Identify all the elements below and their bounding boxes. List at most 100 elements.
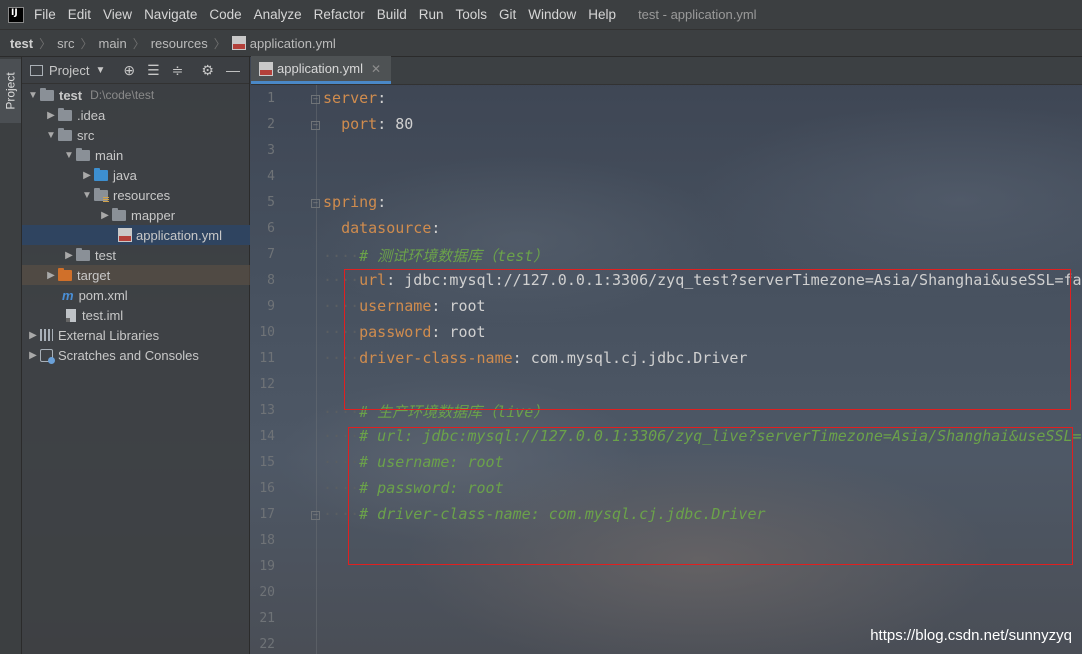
tree-item-label: test.iml [82, 307, 124, 323]
hide-panel-icon[interactable]: — [226, 62, 240, 78]
tree-item-label: pom.xml [78, 287, 128, 303]
line-number: 21 [259, 611, 275, 626]
fold-marker-icon[interactable]: − [311, 95, 320, 104]
chevron-right-icon[interactable]: ▶ [44, 270, 58, 281]
tree-item-target[interactable]: ▶ target [22, 265, 250, 285]
scratches-icon [40, 348, 55, 364]
yaml-key: spring [323, 193, 378, 211]
tree-item-external-libraries[interactable]: ▶ External Libraries [22, 325, 250, 345]
yaml-key: datasource [341, 219, 432, 237]
menu-edit[interactable]: Edit [68, 7, 91, 22]
menu-code[interactable]: Code [209, 7, 241, 22]
line-number: 8 [267, 273, 275, 288]
tree-item-mapper[interactable]: ▶ mapper [22, 205, 250, 225]
locate-file-icon[interactable]: ⊕ [123, 62, 135, 79]
annotation-box-test [344, 269, 1071, 410]
menu-run[interactable]: Run [419, 7, 444, 22]
line-number: 20 [259, 585, 275, 600]
menu-help[interactable]: Help [588, 7, 616, 22]
code-line-6: datasource: [341, 219, 441, 237]
code-line-7: ····# 测试环境数据库（test） [323, 247, 549, 265]
breadcrumb-main[interactable]: main [99, 36, 127, 51]
fold-marker-icon[interactable]: − [311, 121, 320, 130]
fold-marker-icon[interactable]: − [311, 199, 320, 208]
tree-item-root[interactable]: ▼ test D:\code\test [22, 85, 250, 105]
breadcrumb-src[interactable]: src [57, 36, 74, 51]
project-tool-tab[interactable]: Project [0, 59, 21, 123]
tree-item-scratches[interactable]: ▶ Scratches and Consoles [22, 345, 250, 365]
yaml-value: 80 [386, 115, 414, 133]
line-number: 13 [259, 403, 275, 418]
tree-item-label: test [95, 247, 116, 263]
line-number: 3 [267, 143, 275, 158]
line-number: 7 [267, 247, 275, 262]
tree-item-main[interactable]: ▼ main [22, 145, 250, 165]
line-number: 4 [267, 169, 275, 184]
line-number: 22 [259, 637, 275, 652]
menu-refactor[interactable]: Refactor [314, 7, 365, 22]
chevron-right-icon[interactable]: ▶ [26, 330, 40, 341]
chevron-right-icon[interactable]: ▶ [98, 210, 112, 221]
window-title: test - application.yml [638, 7, 757, 22]
gear-icon[interactable]: ⚙ [201, 62, 214, 79]
project-panel-header: Project ▼ ⊕ ☰ ≑ ⚙ — [22, 57, 249, 84]
chevron-right-icon[interactable]: ▶ [44, 110, 58, 121]
line-number: 9 [267, 299, 275, 314]
menu-build[interactable]: Build [377, 7, 407, 22]
tree-item-pom[interactable]: m pom.xml [22, 285, 250, 305]
chevron-right-icon[interactable]: ▶ [80, 170, 94, 181]
line-number: 15 [259, 455, 275, 470]
tree-item-idea[interactable]: ▶ .idea [22, 105, 250, 125]
tree-item-label: External Libraries [58, 327, 160, 343]
chevron-down-icon[interactable]: ▼ [62, 150, 76, 161]
left-tool-stripe: Project [0, 57, 22, 654]
breadcrumb-file[interactable]: application.yml [250, 36, 336, 51]
code-area[interactable]: 1 2 3 4 5 6 7 8 9 10 11 12 13 14 15 16 1… [251, 85, 1082, 654]
tree-item-application-yml[interactable]: application.yml [22, 225, 250, 245]
collapse-all-icon[interactable]: ≑ [172, 62, 184, 79]
module-file-icon [66, 308, 76, 322]
tree-item-resources[interactable]: ▼ resources [22, 185, 250, 205]
menu-navigate[interactable]: Navigate [144, 7, 197, 22]
tree-item-test[interactable]: ▶ test [22, 245, 250, 265]
close-icon[interactable]: ✕ [371, 62, 381, 76]
folder-icon [76, 147, 90, 161]
code-line-5: spring: [323, 193, 387, 211]
tree-item-path: D:\code\test [90, 88, 155, 102]
breadcrumb-resources[interactable]: resources [151, 36, 208, 51]
chevron-down-icon[interactable]: ▼ [26, 90, 40, 101]
annotation-box-live [348, 427, 1073, 565]
chevron-down-icon[interactable]: ▼ [44, 130, 58, 141]
line-number: 12 [259, 377, 275, 392]
breadcrumb-project[interactable]: test [10, 36, 33, 51]
project-panel-title[interactable]: Project [49, 63, 89, 78]
tree-item-label: resources [113, 187, 171, 203]
menu-analyze[interactable]: Analyze [254, 7, 302, 22]
code-line-1: server: [323, 89, 387, 107]
line-number: 1 [267, 91, 275, 106]
tab-application-yml[interactable]: application.yml ✕ [251, 56, 392, 84]
tree-item-java[interactable]: ▶ java [22, 165, 250, 185]
tree-item-src[interactable]: ▼ src [22, 125, 250, 145]
project-tool-tab-label: Project [3, 72, 18, 110]
menu-git[interactable]: Git [499, 7, 516, 22]
source-folder-icon [94, 167, 108, 181]
menu-file[interactable]: File [34, 7, 56, 22]
chevron-right-icon[interactable]: ▶ [26, 350, 40, 361]
tree-item-iml[interactable]: test.iml [22, 305, 250, 325]
chevron-down-icon[interactable]: ▼ [80, 190, 94, 201]
dropdown-arrow-icon[interactable]: ▼ [95, 65, 105, 76]
folder-icon [76, 247, 90, 261]
menu-tools[interactable]: Tools [456, 7, 488, 22]
chevron-right-icon: 〉 [80, 36, 93, 51]
expand-all-icon[interactable]: ☰ [147, 62, 160, 79]
folder-icon [58, 107, 72, 121]
line-number: 11 [259, 351, 275, 366]
menu-window[interactable]: Window [528, 7, 576, 22]
fold-marker-icon[interactable]: − [311, 511, 320, 520]
chevron-right-icon[interactable]: ▶ [62, 250, 76, 261]
menu-view[interactable]: View [103, 7, 132, 22]
chevron-right-icon: 〉 [132, 36, 145, 51]
line-number: 17 [259, 507, 275, 522]
chevron-right-icon: 〉 [213, 36, 226, 51]
